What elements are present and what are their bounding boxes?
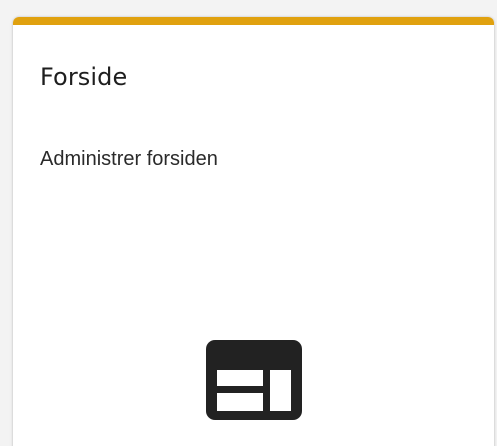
card-title: Forside [40,63,128,91]
frontpage-card[interactable]: Forside Administrer forsiden [13,17,494,446]
card-description: Administrer forsiden [40,148,218,170]
card-accent-bar [13,17,494,25]
web-layout-icon [206,340,302,420]
